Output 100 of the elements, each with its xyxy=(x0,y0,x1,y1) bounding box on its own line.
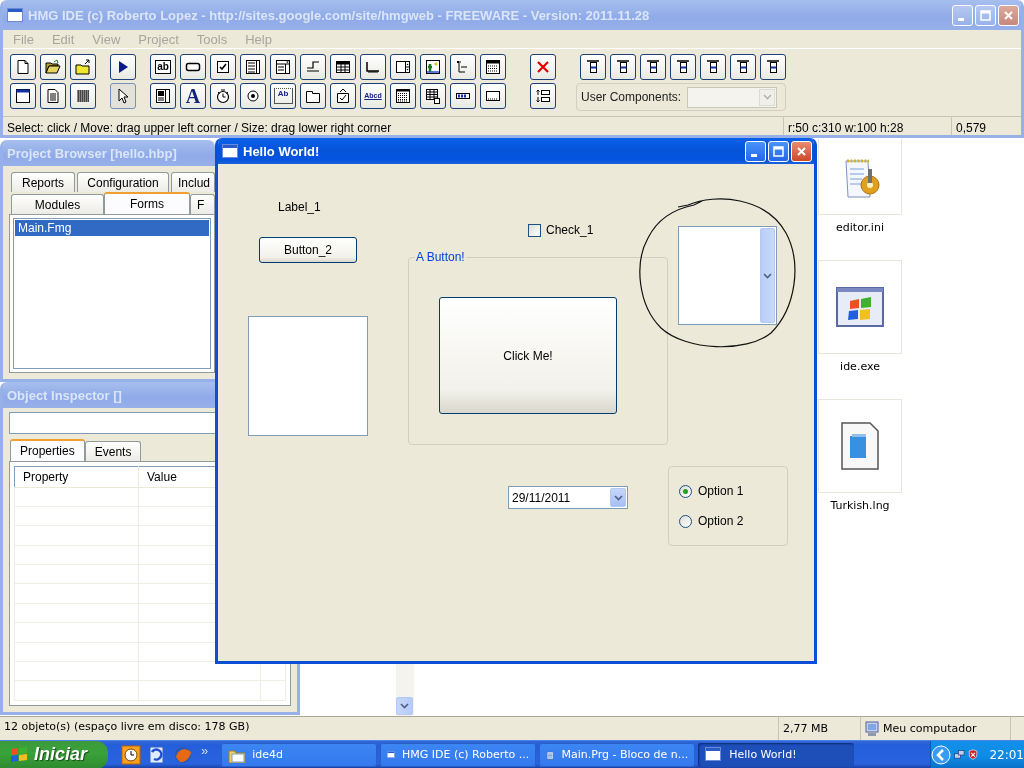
toolbar-button[interactable]: ab xyxy=(150,54,176,80)
toolbar-button[interactable] xyxy=(240,54,266,80)
toolbar-button[interactable] xyxy=(640,54,666,80)
status-text: 12 objeto(s) (espaço livre em disco: 178 GB) xyxy=(4,720,250,733)
scrollbar[interactable] xyxy=(396,664,414,716)
tab[interactable]: Includ xyxy=(171,172,215,192)
toolbar-button[interactable] xyxy=(420,54,446,80)
toolbar-button[interactable] xyxy=(40,54,66,80)
align-icon xyxy=(705,59,721,75)
toolbar-button[interactable] xyxy=(330,83,356,109)
toolbar-button[interactable] xyxy=(300,83,326,109)
toolbar-button[interactable] xyxy=(40,83,66,109)
toolbar-button[interactable] xyxy=(390,54,416,80)
toolbar-button[interactable] xyxy=(270,54,296,80)
dropdown-button[interactable] xyxy=(610,488,626,507)
toolbar-button[interactable]: A xyxy=(180,83,206,109)
status-field-icon xyxy=(485,88,501,104)
file-thumbnail[interactable] xyxy=(818,260,902,354)
toolbar-button[interactable] xyxy=(700,54,726,80)
toolbar-button[interactable] xyxy=(110,83,136,109)
toolbar-button[interactable] xyxy=(730,54,756,80)
align-icon xyxy=(735,59,751,75)
radio-icon xyxy=(245,88,261,104)
toolbar-button[interactable]: Ab xyxy=(270,83,296,109)
clock: 22:01 xyxy=(989,747,1024,762)
toolbar-button[interactable] xyxy=(390,83,416,109)
toolbar-button[interactable] xyxy=(210,54,236,80)
toolbar-button[interactable] xyxy=(450,83,476,109)
object-field[interactable] xyxy=(9,412,216,434)
tab[interactable]: Reports xyxy=(11,172,75,192)
quick-launch-button[interactable] xyxy=(121,744,141,765)
toolbar-button[interactable] xyxy=(300,54,326,80)
pattern-icon xyxy=(75,88,91,104)
close-button[interactable] xyxy=(791,140,812,162)
radio-option[interactable]: Option 1 xyxy=(679,484,787,498)
toolbar-button[interactable] xyxy=(760,54,786,80)
show-hidden-icons-button[interactable] xyxy=(931,744,951,765)
user-components-label: User Components: xyxy=(581,90,682,104)
taskbar-button[interactable]: HMG IDE (c) Roberto ... xyxy=(380,742,537,767)
minimize-button[interactable] xyxy=(745,140,766,162)
taskbar-button[interactable]: ide4d xyxy=(221,742,378,767)
tab[interactable]: Configuration xyxy=(77,172,169,192)
toolbar-button[interactable] xyxy=(530,54,556,80)
toolbar-button[interactable] xyxy=(240,83,266,109)
minimize-icon xyxy=(750,153,757,157)
tab[interactable]: Forms xyxy=(104,192,190,214)
stopwatch-icon xyxy=(215,88,231,104)
toolbar-button[interactable] xyxy=(10,54,36,80)
scroll-down-button[interactable] xyxy=(396,697,413,715)
file-name[interactable]: editor.ini xyxy=(836,221,884,234)
tab[interactable]: Events xyxy=(84,441,142,461)
toolbar-button[interactable] xyxy=(110,54,136,80)
combo-list-icon xyxy=(275,59,291,75)
checked-panel-icon xyxy=(335,88,351,104)
tab[interactable]: F xyxy=(190,194,215,214)
toolbar-button[interactable] xyxy=(480,54,506,80)
toolbar-button[interactable] xyxy=(480,83,506,109)
taskbar-button[interactable]: Main.Prg - Bloco de n... xyxy=(539,742,696,767)
toolbar-button[interactable] xyxy=(360,54,386,80)
window-icon xyxy=(705,746,724,763)
toolbar-button[interactable] xyxy=(330,54,356,80)
toolbar-button[interactable] xyxy=(150,83,176,109)
tab[interactable]: Properties xyxy=(10,439,85,461)
taskbar-button[interactable]: Hello World! xyxy=(698,742,855,767)
date-picker[interactable]: 29/11/2011 xyxy=(508,486,628,509)
toolbar-button[interactable] xyxy=(420,83,446,109)
checkbox[interactable]: Check_1 xyxy=(528,223,594,237)
chevron-down-icon xyxy=(400,703,409,709)
file-name[interactable]: ide.exe xyxy=(840,360,880,373)
toolbar-button[interactable] xyxy=(530,83,556,109)
step-line-icon xyxy=(305,59,321,75)
toolbar-button[interactable] xyxy=(450,54,476,80)
toolbar-button[interactable] xyxy=(580,54,606,80)
toolbar-button[interactable] xyxy=(70,83,96,109)
file-thumbnail[interactable] xyxy=(818,399,902,493)
toolbar-button[interactable] xyxy=(210,83,236,109)
toolbar-button[interactable] xyxy=(670,54,696,80)
toolbar-button[interactable] xyxy=(70,54,96,80)
align-icon xyxy=(585,59,601,75)
calendar-icon xyxy=(485,59,501,75)
toolbar-button[interactable] xyxy=(180,54,206,80)
more-button[interactable]: » xyxy=(197,743,213,758)
tab[interactable]: Modules xyxy=(11,194,104,214)
checkbox-icon xyxy=(215,59,231,75)
close-button[interactable] xyxy=(998,4,1019,26)
list-item[interactable]: Main.Fmg xyxy=(15,220,209,236)
form-button[interactable]: Button_2 xyxy=(259,237,357,263)
maximize-button[interactable] xyxy=(768,140,789,162)
window-title: Object Inspector [] xyxy=(7,387,122,403)
toolbar-button[interactable] xyxy=(10,83,36,109)
shield-icon[interactable] xyxy=(968,746,979,763)
file-name[interactable]: Turkish.lng xyxy=(830,499,890,512)
toolbar-button[interactable] xyxy=(610,54,636,80)
list-box[interactable] xyxy=(248,316,368,436)
radio-option[interactable]: Option 2 xyxy=(679,514,787,528)
dropdown-list[interactable] xyxy=(678,226,777,325)
cross-icon xyxy=(535,59,551,75)
pointer-icon xyxy=(115,88,131,104)
file-thumbnail[interactable] xyxy=(818,139,902,215)
form-button[interactable]: Click Me! xyxy=(439,297,617,414)
